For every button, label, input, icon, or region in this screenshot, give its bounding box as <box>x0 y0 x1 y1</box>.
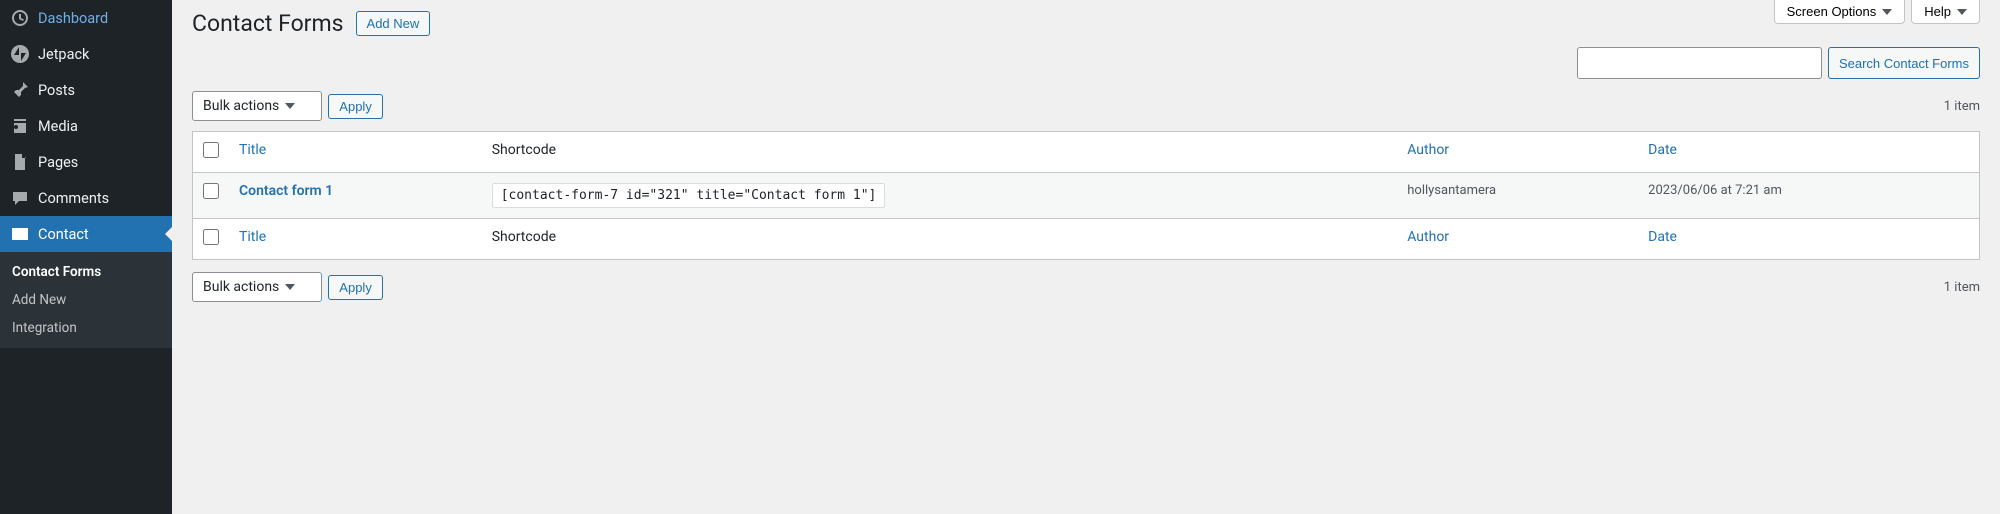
row-author: hollysantamera <box>1397 173 1638 219</box>
col-title[interactable]: Title <box>229 219 482 260</box>
sidebar-item-comments[interactable]: Comments <box>0 180 172 216</box>
sidebar-item-label: Jetpack <box>38 46 89 63</box>
sidebar-item-contact[interactable]: Contact <box>0 216 172 252</box>
sidebar-item-media[interactable]: Media <box>0 108 172 144</box>
col-date[interactable]: Date <box>1638 132 1979 173</box>
col-date[interactable]: Date <box>1638 219 1979 260</box>
row-shortcode[interactable]: [contact-form-7 id="321" title="Contact … <box>492 183 886 208</box>
row-checkbox[interactable] <box>203 183 219 199</box>
sidebar-item-posts[interactable]: Posts <box>0 72 172 108</box>
sidebar-item-label: Media <box>38 118 78 135</box>
bulk-actions-select-bottom[interactable]: Bulk actions <box>192 272 322 302</box>
screen-meta-links: Screen Options Help <box>1774 0 1980 24</box>
item-count: 1 item <box>1944 99 1980 114</box>
bulk-actions-label: Bulk actions <box>203 279 279 295</box>
screen-options-button[interactable]: Screen Options <box>1774 0 1906 24</box>
row-title-link[interactable]: Contact form 1 <box>239 183 333 199</box>
sidebar-item-jetpack[interactable]: Jetpack <box>0 36 172 72</box>
forms-table: Title Shortcode Author Date Contact form… <box>192 131 1980 260</box>
item-count-bottom: 1 item <box>1944 280 1980 295</box>
bulk-actions-select[interactable]: Bulk actions <box>192 91 322 121</box>
sidebar-item-label: Contact <box>38 226 89 243</box>
media-icon <box>10 116 30 136</box>
admin-sidebar: Dashboard Jetpack Posts Media Pages Comm… <box>0 0 172 514</box>
col-title[interactable]: Title <box>229 132 482 173</box>
mail-icon <box>10 224 30 244</box>
bulk-actions-label: Bulk actions <box>203 98 279 114</box>
sidebar-submenu: Contact Forms Add New Integration <box>0 252 172 348</box>
apply-button[interactable]: Apply <box>328 94 383 119</box>
dashboard-icon <box>10 8 30 28</box>
table-row: Contact form 1 [contact-form-7 id="321" … <box>193 173 1980 219</box>
page-title: Contact Forms <box>192 10 344 37</box>
submenu-item-contact-forms[interactable]: Contact Forms <box>0 258 172 286</box>
main-content: Screen Options Help Contact Forms Add Ne… <box>172 0 2000 514</box>
sidebar-item-label: Posts <box>38 82 75 99</box>
submenu-item-add-new[interactable]: Add New <box>0 286 172 314</box>
col-author[interactable]: Author <box>1397 132 1638 173</box>
pages-icon <box>10 152 30 172</box>
sidebar-item-label: Pages <box>38 154 78 171</box>
caret-down-icon <box>285 103 295 109</box>
pin-icon <box>10 80 30 100</box>
submenu-item-integration[interactable]: Integration <box>0 314 172 342</box>
sidebar-item-label: Comments <box>38 190 109 207</box>
search-button[interactable]: Search Contact Forms <box>1828 47 1980 79</box>
sidebar-item-dashboard[interactable]: Dashboard <box>0 0 172 36</box>
select-all-checkbox[interactable] <box>203 142 219 158</box>
help-label: Help <box>1924 4 1951 19</box>
search-input[interactable] <box>1577 47 1822 79</box>
comments-icon <box>10 188 30 208</box>
select-all-checkbox-bottom[interactable] <box>203 229 219 245</box>
sidebar-item-pages[interactable]: Pages <box>0 144 172 180</box>
caret-down-icon <box>1882 9 1892 15</box>
screen-options-label: Screen Options <box>1787 4 1877 19</box>
sidebar-item-label: Dashboard <box>38 10 108 27</box>
caret-down-icon <box>1957 9 1967 15</box>
col-author[interactable]: Author <box>1397 219 1638 260</box>
row-date: 2023/06/06 at 7:21 am <box>1638 173 1979 219</box>
caret-down-icon <box>285 284 295 290</box>
add-new-button[interactable]: Add New <box>356 11 431 36</box>
jetpack-icon <box>10 44 30 64</box>
col-shortcode: Shortcode <box>482 219 1398 260</box>
help-button[interactable]: Help <box>1911 0 1980 24</box>
col-shortcode: Shortcode <box>482 132 1398 173</box>
apply-button-bottom[interactable]: Apply <box>328 275 383 300</box>
